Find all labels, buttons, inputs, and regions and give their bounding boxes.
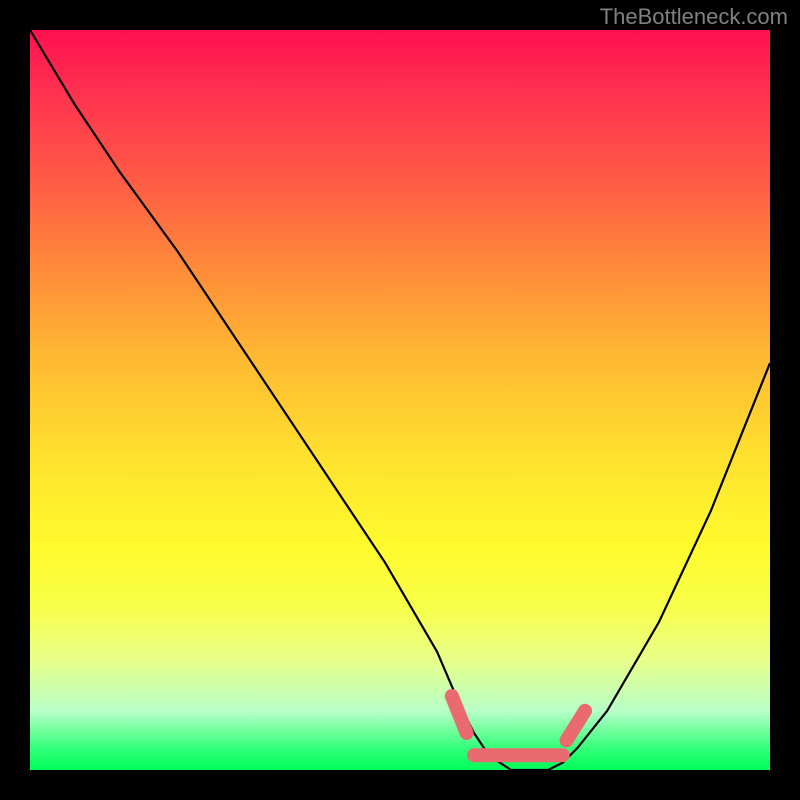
curve-svg bbox=[30, 30, 770, 770]
attribution-text: TheBottleneck.com bbox=[600, 4, 788, 30]
highlight-segment bbox=[567, 711, 586, 741]
chart-plot-area bbox=[30, 30, 770, 770]
bottleneck-curve-path bbox=[30, 30, 770, 770]
highlight-segments bbox=[452, 696, 585, 755]
highlight-segment bbox=[452, 696, 467, 733]
